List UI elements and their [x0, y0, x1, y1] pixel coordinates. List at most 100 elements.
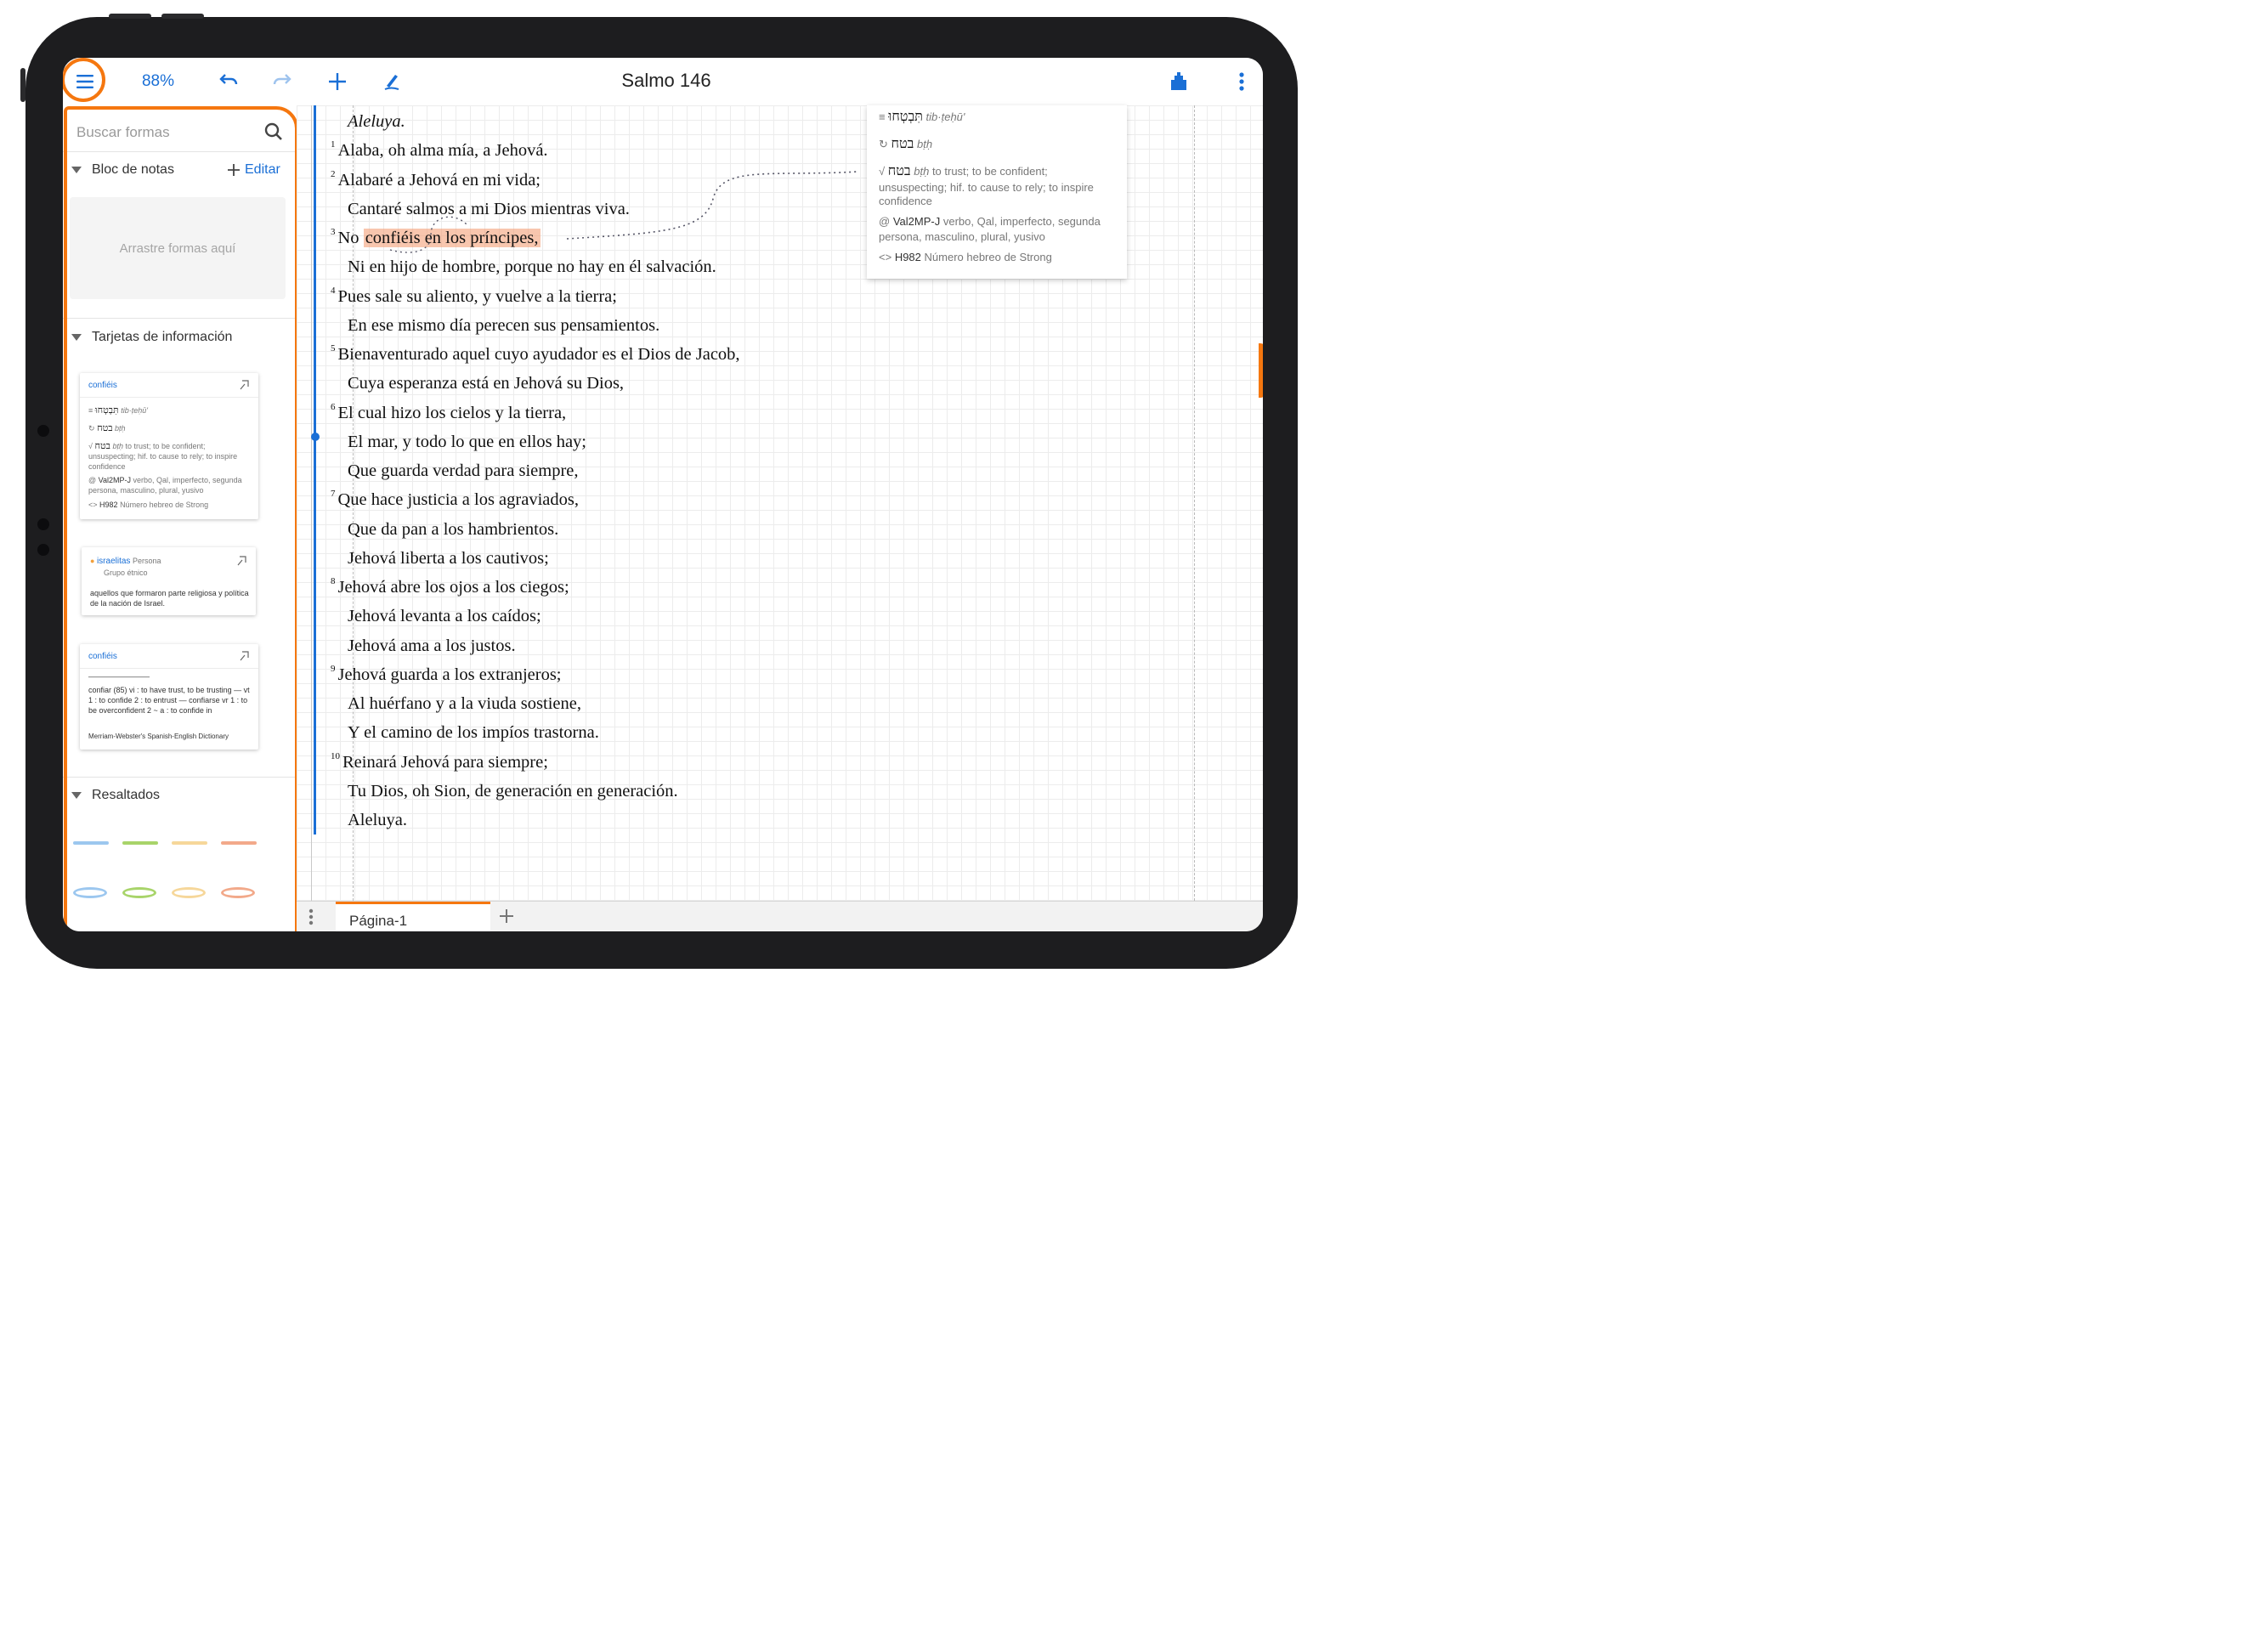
hebrew-root: בטח	[97, 422, 113, 433]
card-header: confiéis	[80, 644, 258, 669]
verse-line-5[interactable]: 5 Bienaventurado aquel cuyo ayudador es e…	[331, 343, 740, 365]
verse-line-10[interactable]: 10 Reinará Jehová para siempre;	[331, 751, 548, 772]
highlight-yellow-circle[interactable]	[172, 887, 206, 898]
highlight-blue-line[interactable]	[73, 841, 109, 845]
card-title: israelitas	[96, 557, 131, 566]
gloss-continued: confidence	[879, 195, 932, 207]
plus-icon	[329, 73, 346, 90]
root-icon: ↻	[88, 424, 95, 433]
verse-line[interactable]: En ese mismo día perecen sus pensamiento…	[348, 316, 659, 336]
right-panel-handle[interactable]	[1259, 343, 1263, 398]
verse-line[interactable]: Que da pan a los hambrientos.	[348, 520, 558, 540]
undo-button[interactable]	[216, 58, 241, 105]
highlight-blue-circle[interactable]	[73, 887, 107, 898]
verse-line-4[interactable]: 4 Pues sale su aliento, y vuelve a la tie…	[331, 285, 617, 307]
pin-icon[interactable]	[237, 556, 247, 566]
card-source: Merriam-Webster's Spanish-English Dictio…	[88, 733, 229, 740]
highlight-green-line[interactable]	[122, 841, 158, 845]
verse-line[interactable]: Y el camino de los impíos trastorna.	[348, 723, 599, 743]
highlight-green-circle[interactable]	[122, 887, 156, 898]
verse-line[interactable]: Jehová levanta a los caídos;	[348, 607, 541, 626]
gloss: to trust; to be confident;	[931, 165, 1048, 178]
dropzone-text: Arrastre formas aquí	[119, 240, 236, 256]
card-type: Persona	[132, 557, 161, 565]
verse-line[interactable]: Cuya esperanza está en Jehová su Dios,	[348, 374, 624, 393]
menu-highlight-ring	[63, 58, 105, 102]
verse-line[interactable]: Tu Dios, oh Sion, de generación en gener…	[348, 782, 678, 801]
hebrew-lemma: בטח	[887, 162, 911, 178]
card-row: √ בטח bṭḥ to trust; to be confident; uns…	[88, 441, 252, 472]
highlight-orange-circle[interactable]	[221, 887, 255, 898]
info-cards-section-toggle[interactable]: Tarjetas de información	[71, 325, 232, 350]
app-screen: 88% Salmo 146 Buscar formas Bloc de nota…	[63, 58, 1263, 931]
add-page-button[interactable]	[499, 908, 514, 928]
notepad-dropzone[interactable]: Arrastre formas aquí	[70, 197, 286, 299]
strong-text: Número hebreo de Strong	[924, 251, 1052, 263]
tab-options-button[interactable]	[308, 908, 314, 930]
lines-icon: ≡	[879, 110, 886, 123]
connector-line	[389, 171, 858, 253]
word-info-popup[interactable]: ≡ תִּבְטְחוּ tib·ṭeḥū' ↻ בטח bṭḥ √ בטח b…	[867, 105, 1127, 279]
card-body: aquellos que formaron parte religiosa y …	[90, 589, 249, 608]
shapes-button[interactable]	[1166, 58, 1191, 105]
popup-row: @ Val2MP-J verbo, Qal, imperfecto, segun…	[879, 214, 1117, 229]
pin-icon[interactable]	[240, 380, 250, 390]
collapse-triangle-icon	[71, 167, 82, 173]
popup-row: √ בטח bṭḥ to trust; to be confident;	[879, 163, 1117, 178]
verse-number: 9	[331, 663, 336, 674]
card-row: @ Val2MP-J verbo, Qal, imperfecto, segun…	[88, 475, 252, 495]
toolbar: 88% Salmo 146	[63, 58, 1263, 106]
add-button[interactable]	[325, 58, 350, 105]
notepad-section-toggle[interactable]: Bloc de notas	[71, 157, 174, 183]
verse-line[interactable]: El mar, y todo lo que en ellos hay;	[348, 433, 586, 452]
lines-icon: ≡	[88, 406, 93, 415]
info-card[interactable]: confiéis ———————— confiar (85) vi : to h…	[80, 644, 258, 750]
card-row: ● israelitas Persona	[90, 556, 249, 567]
search-input[interactable]: Buscar formas	[75, 116, 283, 151]
card-row: ↻ בטח bṭḥ	[88, 423, 252, 433]
verse-line-6[interactable]: 6 El cual hizo los cielos y la tierra,	[331, 402, 566, 423]
verse-line-9[interactable]: 9 Jehová guarda a los extranjeros;	[331, 663, 562, 685]
hebrew-word: תִּבְטְחוּ	[94, 405, 119, 416]
card-title: confiéis	[88, 652, 117, 661]
verse-line[interactable]: Aleluya.	[348, 811, 407, 830]
verse-line-8[interactable]: 8 Jehová abre los ojos a los ciegos;	[331, 576, 569, 597]
hebrew-root: בטח	[891, 135, 914, 151]
vertical-dots-icon	[308, 908, 314, 925]
camera-dot	[37, 544, 49, 556]
side-button	[20, 68, 25, 102]
edit-notepad-button[interactable]: Editar	[228, 162, 280, 178]
verse-line-7[interactable]: 7 Que hace justicia a los agraviados,	[331, 489, 579, 510]
card-subtype: Grupo étnico	[104, 569, 148, 577]
transliteration: tib·ṭeḥū'	[925, 110, 965, 123]
transliteration: bṭḥ	[115, 424, 126, 433]
highlight-yellow-line[interactable]	[172, 841, 207, 845]
morph-text: verbo, Qal, imperfecto, segunda	[942, 215, 1101, 228]
verse-line[interactable]: Que guarda verdad para siempre,	[348, 461, 579, 481]
redo-button[interactable]	[269, 58, 295, 105]
edit-label: Editar	[245, 162, 280, 177]
pen-icon	[384, 75, 399, 90]
info-card[interactable]: ● israelitas Persona Grupo étnico aquell…	[82, 547, 256, 615]
highlights-section-toggle[interactable]: Resaltados	[71, 783, 160, 808]
verse-line[interactable]: Jehová liberta a los cautivos;	[348, 549, 549, 569]
highlight-orange-line[interactable]	[221, 841, 257, 845]
zoom-level[interactable]: 88%	[138, 58, 178, 105]
tab-page-1[interactable]: Página-1	[336, 902, 490, 931]
card-body: confiar (85) vi : to have trust, to be t…	[88, 686, 250, 715]
verse-line[interactable]: Jehová ama a los justos.	[348, 636, 516, 656]
info-card[interactable]: confiéis ≡ תִּבְטְחוּ tib·ṭeḥū' ↻ בטח bṭ…	[80, 373, 258, 519]
verse-line[interactable]: Al huérfano y a la viuda sostiene,	[348, 694, 581, 714]
popup-row: ≡ תִּבְטְחוּ tib·ṭeḥū'	[879, 109, 1117, 124]
transliteration: tib·ṭeḥū'	[121, 406, 149, 415]
search-icon	[264, 122, 282, 140]
more-options-button[interactable]	[1229, 58, 1254, 105]
pin-icon[interactable]	[240, 651, 250, 661]
morph-code: Val2MP-J	[892, 215, 941, 228]
pen-button[interactable]	[379, 58, 405, 105]
transliteration: bṭḥ	[914, 165, 930, 178]
verse-number: 4	[331, 285, 336, 296]
vertical-dots-icon	[1239, 72, 1244, 91]
selection-handle[interactable]	[311, 433, 320, 441]
hebrew-word: תִּבְטְחוּ	[888, 108, 923, 124]
